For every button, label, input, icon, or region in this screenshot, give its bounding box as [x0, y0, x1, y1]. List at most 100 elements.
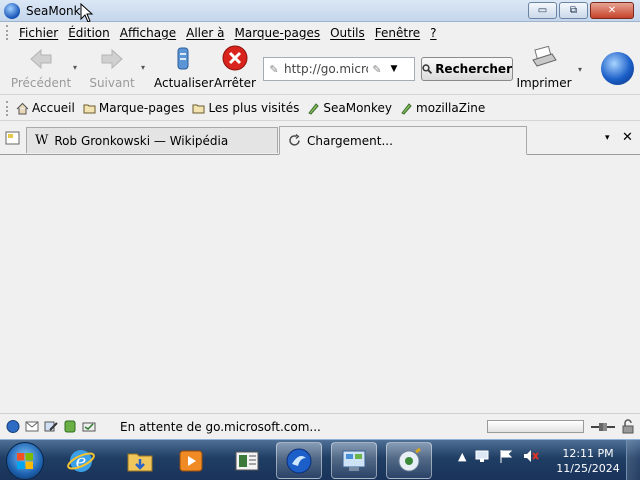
- taskbar-media-center[interactable]: [386, 442, 432, 479]
- control-panel-icon: [342, 450, 366, 471]
- stop-icon: [222, 45, 248, 71]
- back-label: Précédent: [10, 76, 72, 90]
- toolbar-grip[interactable]: [6, 100, 10, 116]
- mail-icon[interactable]: [25, 420, 39, 433]
- url-bar[interactable]: ✎ ✎ ▼: [263, 57, 415, 81]
- folder-icon: [127, 453, 153, 471]
- bookmark-label: Accueil: [32, 101, 75, 115]
- composer-icon[interactable]: [44, 420, 58, 433]
- folder-icon: [192, 104, 205, 113]
- menu-aller[interactable]: Aller à: [181, 26, 229, 40]
- url-pin-icon: ✎: [372, 62, 382, 76]
- reload-label: Actualiser: [154, 76, 214, 90]
- url-dropdown-icon[interactable]: ▼: [386, 64, 402, 74]
- bookmark-icon: [308, 102, 320, 115]
- new-tab-icon[interactable]: [5, 130, 21, 146]
- bookmark-label: Marque-pages: [98, 101, 185, 115]
- stop-button[interactable]: Arrêter: [213, 45, 257, 90]
- start-button[interactable]: [6, 442, 44, 480]
- close-window-button[interactable]: ✕: [590, 2, 634, 19]
- menu-affichage[interactable]: Affichage: [115, 26, 181, 40]
- magnifier-icon: [422, 64, 433, 75]
- loading-icon: [289, 134, 300, 146]
- print-dropdown-icon[interactable]: ▾: [578, 65, 582, 74]
- media-center-icon: [398, 447, 421, 471]
- bookmark-label: Les plus visités: [208, 101, 300, 115]
- home-icon: [16, 102, 29, 114]
- menu-marque-pages[interactable]: Marque-pages: [230, 26, 326, 40]
- toolbar-grip[interactable]: [6, 25, 10, 40]
- show-desktop-button[interactable]: [626, 440, 640, 480]
- menu-edition[interactable]: Édition: [63, 26, 115, 40]
- back-button[interactable]: Précédent: [10, 45, 72, 90]
- tab-bar: W Rob Gronkowski — Wikipédia Chargement.…: [0, 122, 640, 155]
- window-title: SeaMonke: [26, 4, 88, 18]
- bookmark-label: mozillaZine: [416, 101, 486, 115]
- seamonkey-icon: [286, 448, 312, 473]
- forward-dropdown-icon[interactable]: ▾: [141, 63, 145, 72]
- taskbar-file-explorer[interactable]: [117, 442, 163, 479]
- forward-button[interactable]: Suivant: [84, 45, 140, 90]
- seamonkey-throbber-icon[interactable]: [601, 52, 634, 85]
- taskbar-internet-explorer[interactable]: e: [58, 442, 104, 479]
- bookmark-plus-visites[interactable]: Les plus visités: [188, 101, 303, 115]
- menu-help[interactable]: ?: [425, 26, 441, 40]
- security-lock-icon[interactable]: [621, 419, 635, 434]
- chat-icon[interactable]: [63, 420, 77, 433]
- url-input[interactable]: [284, 62, 368, 76]
- back-dropdown-icon[interactable]: ▾: [73, 63, 77, 72]
- print-label: Imprimer: [516, 76, 572, 90]
- windows-taskbar: e ▲ 12:11 PM 11/25/2024: [0, 439, 640, 480]
- tab-loading[interactable]: Chargement...: [279, 126, 527, 155]
- document-icon: [235, 451, 259, 470]
- tab-label: Chargement...: [307, 133, 393, 148]
- page-proxy-icon[interactable]: ✎: [264, 63, 284, 76]
- forward-arrow-icon: [101, 48, 123, 70]
- bookmark-marque-pages[interactable]: Marque-pages: [79, 101, 189, 115]
- wikipedia-icon: W: [35, 133, 49, 148]
- system-tray: ▲: [458, 448, 540, 464]
- page-content-area[interactable]: [0, 155, 640, 413]
- component-bar: [0, 420, 112, 433]
- folder-icon: [83, 104, 96, 113]
- bookmark-accueil[interactable]: Accueil: [12, 101, 79, 115]
- mouse-cursor-icon: [80, 3, 94, 23]
- title-bar: SeaMonke ▭ ⧉ ✕: [0, 0, 640, 22]
- volume-muted-icon[interactable]: [522, 448, 540, 464]
- tab-list-dropdown-icon[interactable]: ▾: [605, 133, 610, 143]
- restore-button[interactable]: ⧉: [559, 2, 588, 19]
- tab-rob-gronkowski[interactable]: W Rob Gronkowski — Wikipédia: [26, 127, 278, 153]
- bookmark-mozillazine[interactable]: mozillaZine: [396, 101, 489, 115]
- menu-bar: Fichier Édition Affichage Aller à Marque…: [0, 22, 640, 43]
- status-bar: En attente de go.microsoft.com...: [0, 413, 640, 439]
- close-tab-icon[interactable]: ✕: [622, 130, 633, 145]
- minimize-button[interactable]: ▭: [528, 2, 557, 19]
- taskbar-media-player[interactable]: [168, 442, 214, 479]
- reload-button[interactable]: Actualiser: [154, 45, 214, 90]
- bookmark-label: SeaMonkey: [323, 101, 393, 115]
- menu-fenetre[interactable]: Fenêtre: [370, 26, 425, 40]
- tab-label: Rob Gronkowski — Wikipédia: [54, 133, 229, 148]
- window-controls: ▭ ⧉ ✕: [528, 2, 634, 19]
- taskbar-document-viewer[interactable]: [224, 442, 270, 479]
- stop-label: Arrêter: [213, 76, 256, 90]
- search-button[interactable]: Rechercher: [421, 57, 513, 81]
- status-text: En attente de go.microsoft.com...: [120, 419, 321, 434]
- back-arrow-icon: [30, 48, 52, 70]
- bookmark-seamonkey[interactable]: SeaMonkey: [303, 101, 396, 115]
- address-book-icon[interactable]: [82, 420, 96, 433]
- taskbar-control-panel[interactable]: [331, 442, 377, 479]
- clock-date: 11/25/2024: [556, 462, 620, 475]
- taskbar-seamonkey[interactable]: [276, 442, 322, 479]
- browser-globe-icon[interactable]: [6, 420, 20, 433]
- print-button[interactable]: Imprimer: [516, 45, 572, 90]
- network-icon[interactable]: [474, 448, 490, 464]
- menu-fichier[interactable]: Fichier: [14, 26, 63, 40]
- menu-outils[interactable]: Outils: [325, 26, 370, 40]
- seamonkey-app-icon[interactable]: [4, 3, 20, 19]
- taskbar-clock[interactable]: 12:11 PM 11/25/2024: [555, 446, 621, 476]
- progress-bar: [487, 420, 584, 433]
- action-center-flag-icon[interactable]: [498, 448, 514, 464]
- show-hidden-icons-icon[interactable]: ▲: [458, 450, 466, 463]
- online-status-icon[interactable]: [590, 420, 616, 434]
